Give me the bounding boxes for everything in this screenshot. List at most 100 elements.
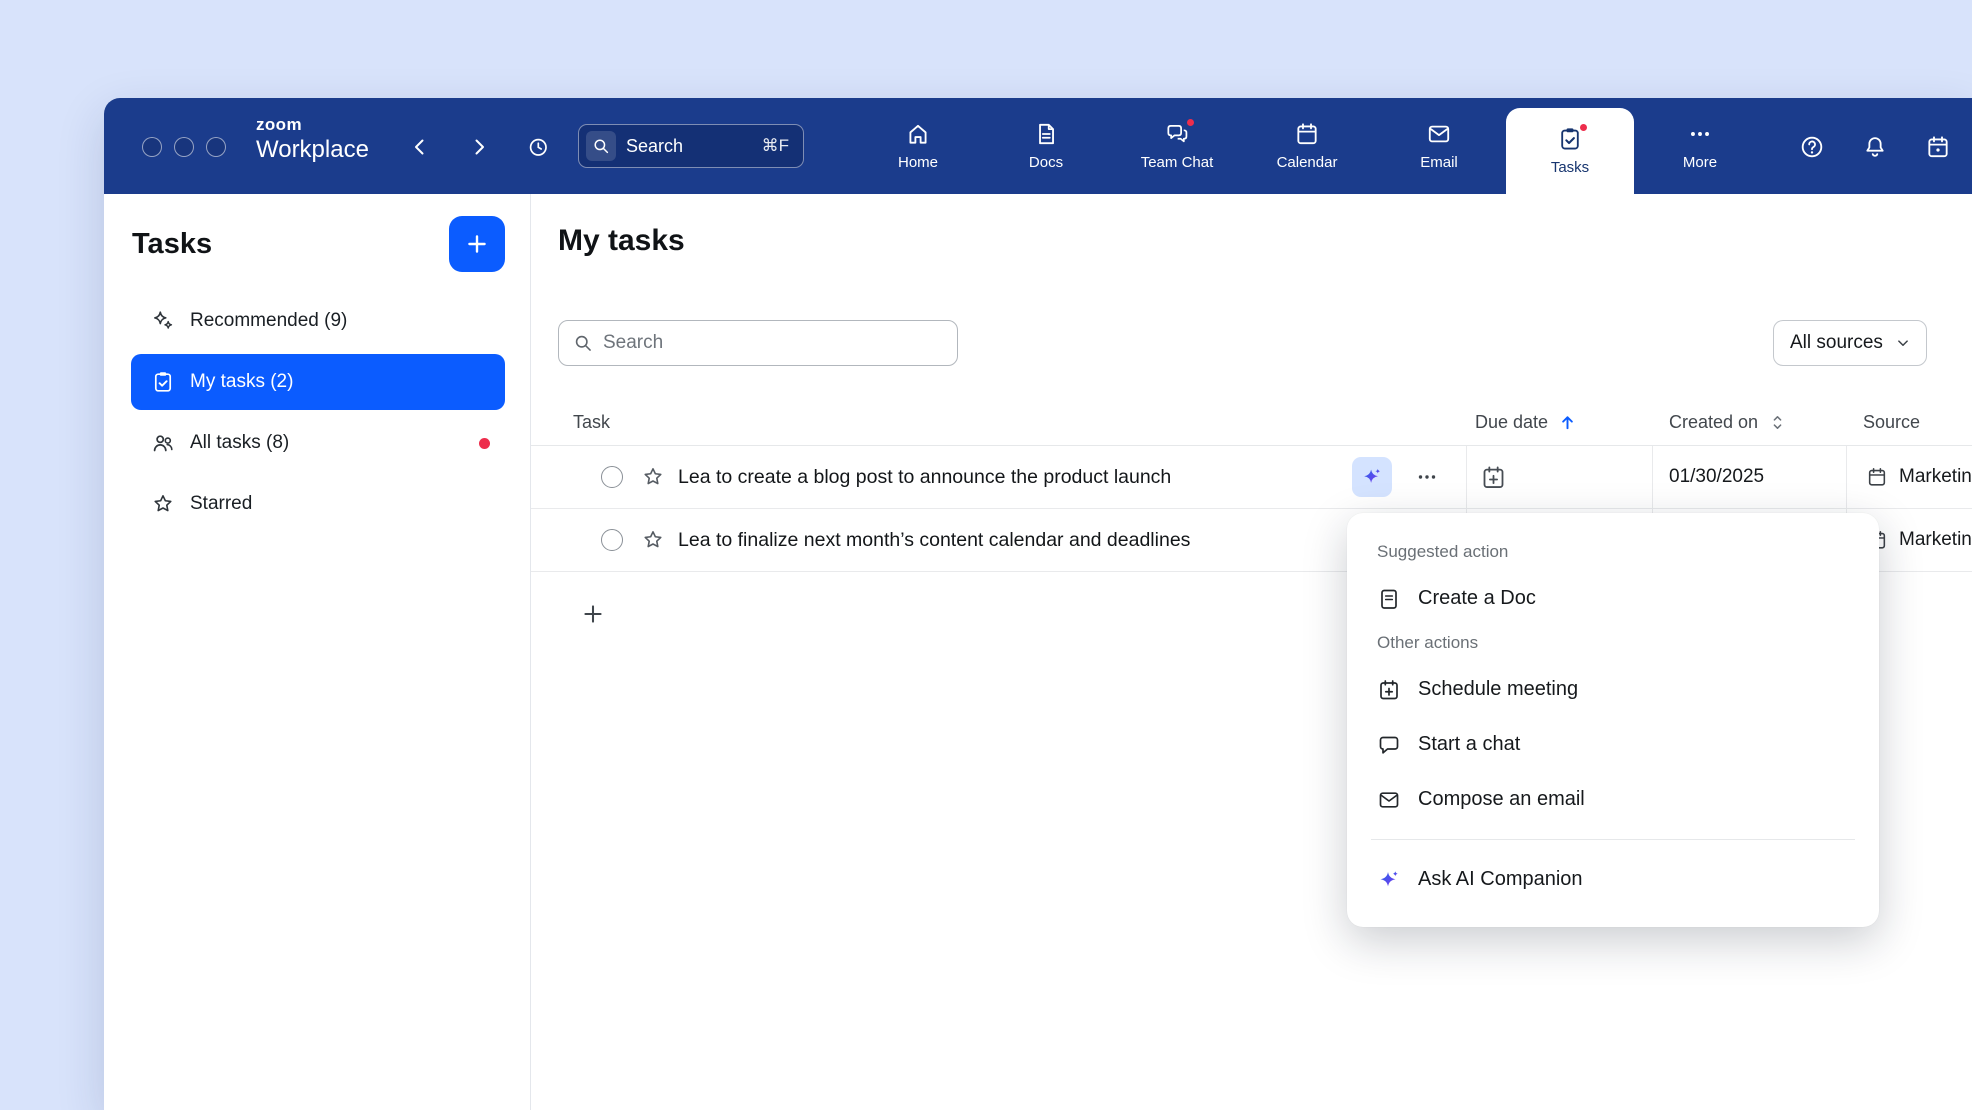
ai-sparkle-icon [1361, 466, 1383, 488]
menu-item-compose-email[interactable]: Compose an email [1347, 772, 1879, 827]
sidebar-item-label: My tasks (2) [190, 371, 293, 393]
task-source-label: Marketing [1899, 466, 1972, 488]
window-control-minimize[interactable] [174, 137, 194, 157]
tab-label: Team Chat [1141, 154, 1214, 171]
star-icon[interactable] [641, 528, 665, 552]
sidebar-item-my-tasks[interactable]: My tasks (2) [131, 354, 505, 410]
tab-label: More [1683, 154, 1717, 171]
tab-label: Docs [1029, 154, 1063, 171]
help-icon [1799, 134, 1825, 160]
top-bar: zoom Workplace Search ⌘F [104, 98, 1972, 194]
sources-filter-dropdown[interactable]: All sources [1773, 320, 1927, 366]
tab-team-chat[interactable]: Team Chat [1119, 98, 1235, 194]
task-source: Marketing [1866, 509, 1972, 571]
email-icon [1426, 121, 1452, 147]
tasks-icon [1557, 126, 1583, 152]
sidebar-title: Tasks [132, 228, 212, 261]
ai-sparkle-icon [1377, 868, 1401, 892]
row-more-button[interactable] [1407, 457, 1447, 497]
window-control-maximize[interactable] [206, 137, 226, 157]
task-source-label: Marketing [1899, 529, 1972, 551]
search-icon [586, 131, 616, 161]
tab-tasks[interactable]: Tasks [1506, 108, 1634, 194]
sidebar-item-label: All tasks (8) [190, 432, 289, 454]
help-button[interactable] [1792, 127, 1832, 167]
back-button[interactable] [402, 129, 438, 165]
history-button[interactable] [520, 129, 556, 165]
plus-icon [580, 601, 606, 627]
sidebar-list: Recommended (9) My tasks (2) All tasks (… [131, 293, 505, 532]
team-chat-icon [1164, 121, 1190, 147]
window-control-close[interactable] [142, 137, 162, 157]
column-header-created-on[interactable]: Created on [1669, 400, 1788, 445]
sidebar-item-starred[interactable]: Starred [131, 476, 505, 532]
search-icon [573, 333, 593, 353]
task-created-date: 01/30/2025 [1669, 446, 1764, 508]
ellipsis-icon [1415, 465, 1439, 489]
ai-companion-button[interactable] [1352, 457, 1392, 497]
global-search[interactable]: Search ⌘F [578, 124, 804, 168]
people-icon [151, 431, 175, 455]
page-title: My tasks [558, 224, 685, 258]
forward-button[interactable] [461, 129, 497, 165]
add-task-inline-button[interactable] [577, 598, 609, 630]
doc-icon [1377, 587, 1401, 611]
history-icon [526, 135, 550, 159]
logo-zoom-text: zoom [256, 116, 369, 133]
tab-label: Calendar [1277, 154, 1338, 171]
tab-home[interactable]: Home [860, 98, 976, 194]
column-header-task: Task [573, 400, 610, 445]
sidebar-item-recommended[interactable]: Recommended (9) [131, 293, 505, 349]
task-search-field[interactable] [558, 320, 958, 366]
bell-icon [1862, 134, 1888, 160]
task-complete-checkbox[interactable] [601, 529, 623, 551]
calendar-source-icon [1866, 466, 1888, 488]
envelope-icon [1377, 788, 1401, 812]
tab-more[interactable]: More [1642, 98, 1758, 194]
column-header-due-date[interactable]: Due date [1475, 400, 1578, 445]
menu-item-start-chat[interactable]: Start a chat [1347, 717, 1879, 772]
menu-item-schedule-meeting[interactable]: Schedule meeting [1347, 662, 1879, 717]
tab-docs[interactable]: Docs [988, 98, 1104, 194]
sparkles-icon [151, 309, 175, 333]
tab-email[interactable]: Email [1381, 98, 1497, 194]
menu-divider [1371, 839, 1855, 840]
tab-calendar[interactable]: Calendar [1249, 98, 1365, 194]
ai-actions-menu: Suggested action Create a Doc Other acti… [1347, 513, 1879, 927]
sidebar-item-all-tasks[interactable]: All tasks (8) [131, 415, 505, 471]
menu-item-ask-ai-companion[interactable]: Ask AI Companion [1347, 852, 1879, 907]
all-tasks-badge [479, 438, 490, 449]
team-chat-badge [1185, 117, 1196, 128]
star-icon[interactable] [641, 465, 665, 489]
home-icon [905, 121, 931, 147]
column-header-source: Source [1863, 400, 1920, 445]
task-title[interactable]: Lea to finalize next month’s content cal… [678, 509, 1190, 571]
menu-item-create-doc[interactable]: Create a Doc [1347, 571, 1879, 626]
calendar-plus-icon [1377, 678, 1401, 702]
quick-calendar-button[interactable] [1918, 127, 1958, 167]
new-task-button[interactable] [449, 216, 505, 272]
calendar-plus-icon [1480, 464, 1507, 491]
menu-section-other: Other actions [1347, 626, 1879, 660]
plus-icon [464, 231, 490, 257]
notifications-button[interactable] [1855, 127, 1895, 167]
menu-section-suggested: Suggested action [1347, 535, 1879, 569]
tasks-check-icon [151, 370, 175, 394]
task-search-input[interactable] [603, 332, 943, 354]
task-title[interactable]: Lea to create a blog post to announce th… [678, 446, 1171, 508]
tab-label: Tasks [1551, 159, 1589, 176]
tasks-sidebar: Tasks Recommended (9) My tasks (2) All t… [104, 194, 531, 1110]
tab-label: Email [1420, 154, 1458, 171]
search-shortcut: ⌘F [762, 136, 789, 156]
desktop-background: zoom Workplace Search ⌘F [0, 0, 1972, 1110]
sources-filter-label: All sources [1790, 332, 1883, 354]
set-due-date-button[interactable] [1480, 464, 1507, 491]
menu-item-label: Ask AI Companion [1418, 868, 1583, 891]
menu-item-label: Schedule meeting [1418, 678, 1578, 701]
task-complete-checkbox[interactable] [601, 466, 623, 488]
chevron-right-icon [467, 135, 491, 159]
menu-item-label: Create a Doc [1418, 587, 1536, 610]
logo-workplace-text: Workplace [256, 138, 369, 162]
tasks-badge [1578, 122, 1589, 133]
star-icon [151, 492, 175, 516]
